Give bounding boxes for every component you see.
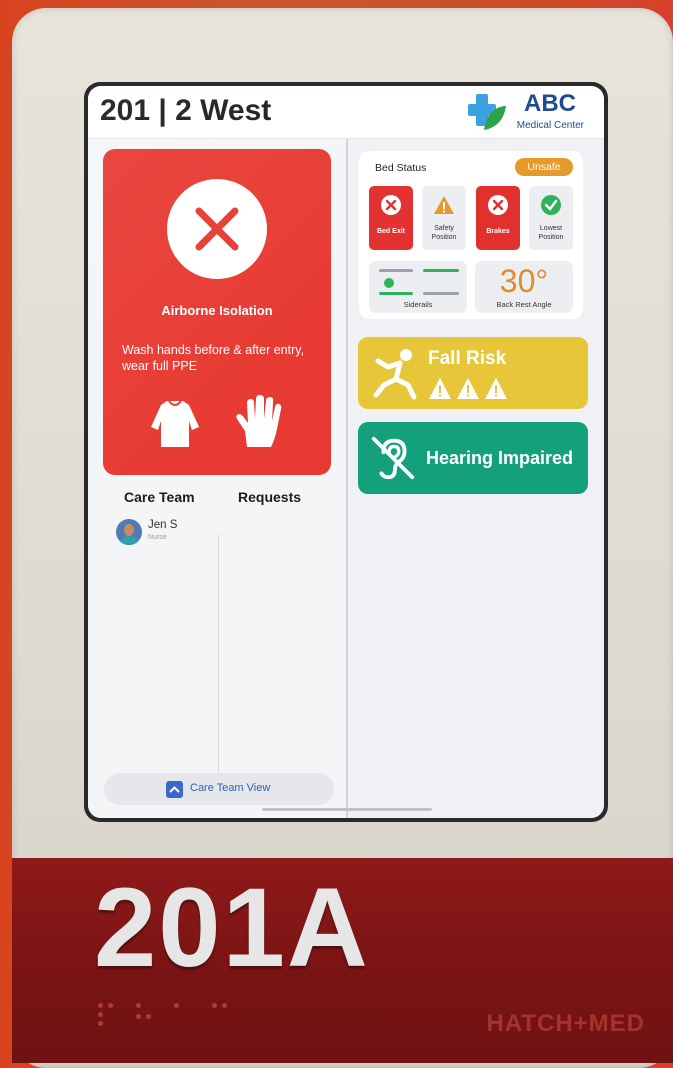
member-name: Jen S (148, 519, 178, 531)
back-rest-label: Back Rest Angle (496, 300, 552, 309)
x-icon (195, 207, 239, 251)
chevron-up-icon (166, 781, 183, 798)
braille-cell (98, 1003, 114, 1026)
fall-risk-card[interactable]: Fall Risk (358, 337, 588, 409)
room-number: 201A (94, 865, 370, 990)
braille-cell (136, 1003, 152, 1026)
siderails-label: Siderails (403, 300, 433, 309)
home-indicator (262, 808, 432, 811)
manufacturer-brand: HATCH+MED (486, 1010, 645, 1037)
tile-label: Lowest Position (538, 225, 564, 241)
column-divider (218, 534, 219, 774)
lowest-position-tile[interactable]: Lowest Position (529, 186, 573, 250)
back-rest-tile[interactable]: 30° Back Rest Angle (475, 261, 573, 313)
isolation-instructions: Wash hands before & after entry, wear fu… (122, 343, 305, 373)
check-circle-icon (541, 195, 561, 215)
screen: 201 | 2 West ABC Medical Center Airborne… (88, 86, 604, 818)
fall-risk-label: Fall Risk (428, 348, 507, 369)
logo-name: ABC (524, 90, 576, 117)
care-team-view-button[interactable]: Care Team View (104, 773, 334, 805)
avatar (116, 519, 142, 545)
hearing-impaired-icon (371, 436, 415, 480)
safety-position-tile[interactable]: Safety Position (422, 186, 466, 250)
tile-label: Bed Exit (376, 228, 405, 235)
header-bar: 201 | 2 West ABC Medical Center (88, 86, 604, 139)
isolation-title: Airborne Isolation (161, 303, 273, 318)
braille-label (98, 1003, 228, 1026)
x-circle-icon (488, 195, 508, 215)
x-circle-icon (381, 195, 401, 215)
bed-exit-tile[interactable]: Bed Exit (369, 186, 413, 250)
tile-label: Safety Position (431, 225, 457, 241)
siderails-tile[interactable]: Siderails (369, 261, 467, 313)
tile-label: Brakes (486, 228, 510, 235)
falling-person-icon (373, 349, 417, 400)
siderails-icon (379, 269, 459, 295)
room-title: 201 | 2 West (100, 94, 272, 127)
status-badge: Unsafe (515, 158, 573, 176)
right-panel: Bed Status Unsafe Bed Exit Safety Positi… (348, 139, 604, 818)
back-rest-value: 30° (499, 263, 549, 299)
brakes-tile[interactable]: Brakes (476, 186, 520, 250)
glove-icon (236, 395, 282, 447)
hospital-logo: ABC Medical Center (464, 88, 584, 134)
warning-triangles-icon (429, 378, 507, 399)
isolation-card[interactable]: Airborne Isolation Wash hands before & a… (103, 149, 331, 475)
requests-heading: Requests (238, 489, 302, 505)
medical-cross-leaf-icon (468, 94, 506, 130)
hearing-impaired-card[interactable]: Hearing Impaired (358, 422, 588, 494)
member-role: Nurse (148, 534, 167, 541)
logo-subtitle: Medical Center (516, 120, 584, 131)
bed-status-title: Bed Status (375, 162, 427, 174)
left-panel: Airborne Isolation Wash hands before & a… (88, 139, 346, 818)
warning-icon (434, 196, 454, 214)
bed-status-card[interactable]: Bed Status Unsafe Bed Exit Safety Positi… (359, 151, 583, 319)
gown-icon (151, 400, 199, 447)
avatar-face (124, 524, 134, 536)
care-team-heading: Care Team (124, 489, 195, 505)
care-team-view-label: Care Team View (190, 782, 271, 794)
braille-cell (212, 1003, 228, 1026)
isolation-badge (167, 179, 267, 279)
braille-cell (174, 1003, 190, 1026)
hearing-impaired-label: Hearing Impaired (426, 448, 574, 468)
avatar-body (120, 536, 138, 545)
